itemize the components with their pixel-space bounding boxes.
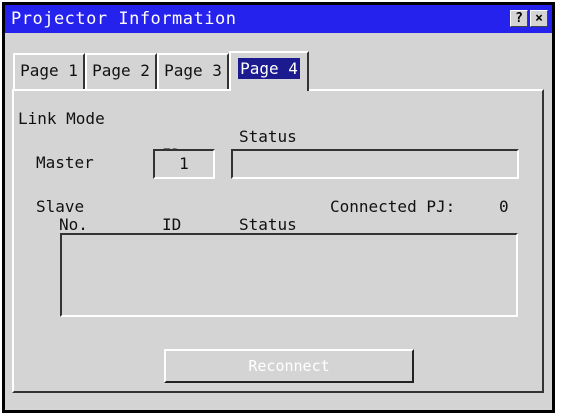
master-status-field	[231, 149, 519, 179]
page-4-panel: Link Mode ID Status Master 1 Slave Conne…	[12, 89, 544, 393]
tab-page-1[interactable]: Page 1	[13, 53, 85, 89]
master-id-field: 1	[153, 149, 215, 179]
tab-page-2-label: Page 2	[92, 61, 150, 80]
window-title: Projector Information	[11, 9, 237, 29]
tab-page-1-label: Page 1	[20, 61, 78, 80]
master-label: Master	[36, 153, 94, 172]
slave-id-header: ID	[162, 215, 182, 234]
tab-page-4[interactable]: Page 4	[229, 51, 309, 91]
help-button[interactable]: ?	[510, 10, 528, 27]
tab-page-4-label: Page 4	[238, 58, 300, 79]
tab-page-3[interactable]: Page 3	[157, 53, 229, 89]
link-mode-heading: Link Mode	[18, 109, 105, 128]
connected-pj-count: 0	[499, 197, 509, 216]
reconnect-button[interactable]: Reconnect	[164, 349, 414, 383]
slave-label: Slave	[36, 197, 85, 216]
projector-information-window: Projector Information ? × Page 1 Page 2 …	[2, 2, 555, 413]
slave-list[interactable]	[60, 233, 518, 317]
slave-status-header: Status	[239, 215, 297, 234]
tab-page-2[interactable]: Page 2	[85, 53, 157, 89]
slave-no-header: No.	[59, 215, 88, 234]
title-bar[interactable]: Projector Information ? ×	[5, 5, 552, 33]
close-button[interactable]: ×	[530, 10, 548, 27]
tab-page-3-label: Page 3	[164, 61, 222, 80]
status-column-header: Status	[239, 127, 297, 146]
connected-pj-label: Connected PJ:	[330, 197, 456, 216]
title-bar-buttons: ? ×	[510, 10, 548, 27]
